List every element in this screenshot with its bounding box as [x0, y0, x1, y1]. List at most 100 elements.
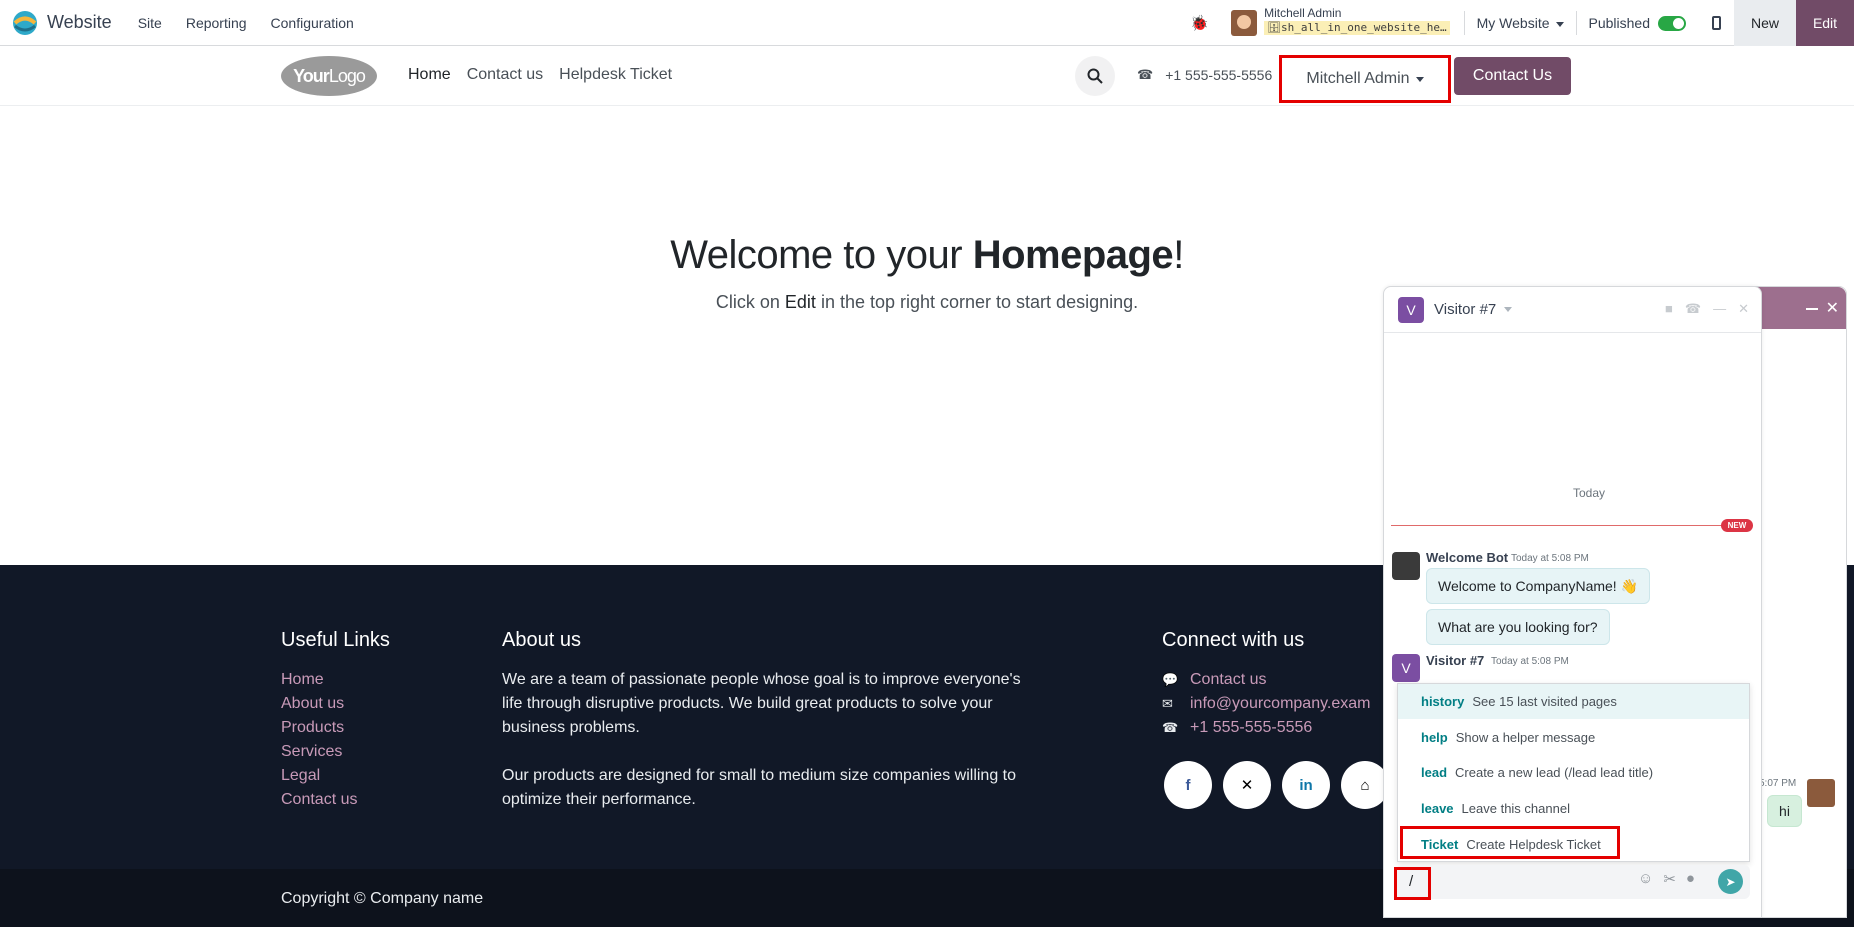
- paper-plane-icon: ➤: [1725, 874, 1736, 889]
- x-twitter-icon[interactable]: ✕: [1223, 761, 1271, 809]
- highlight-box: [1400, 826, 1620, 859]
- footer-contact-link[interactable]: 💬 Contact us: [1162, 668, 1370, 692]
- footer-link-services[interactable]: Services: [281, 740, 390, 764]
- website-app-icon: [13, 10, 37, 35]
- database-badge: 🗄sh_all_in_one_website_he…: [1264, 21, 1450, 35]
- admin-menu: Site Reporting Configuration: [126, 15, 366, 31]
- message-bubble: hi: [1767, 795, 1802, 827]
- copyright-text: Copyright © Company name: [281, 890, 484, 907]
- menu-configuration[interactable]: Configuration: [259, 15, 366, 31]
- facebook-icon[interactable]: f: [1164, 761, 1212, 809]
- nav-home[interactable]: Home: [408, 66, 451, 84]
- website-switcher-label: My Website: [1476, 15, 1550, 31]
- hero-subtitle-prefix: Click on: [715, 292, 785, 312]
- user-dropdown-label: Mitchell Admin: [1306, 70, 1410, 87]
- admin-right-area: 🐞 Mitchell Admin 🗄sh_all_in_one_website_…: [1190, 0, 1854, 46]
- minimize-icon[interactable]: [1806, 308, 1818, 310]
- hero-title: Welcome to your Homepage!: [0, 233, 1854, 278]
- publish-toggle[interactable]: Published: [1577, 15, 1699, 31]
- close-icon[interactable]: ✕: [1826, 298, 1839, 318]
- contact-us-button[interactable]: Contact Us: [1454, 57, 1571, 95]
- video-call-icon[interactable]: ■: [1665, 301, 1673, 317]
- phone-call-icon[interactable]: ☎: [1685, 301, 1701, 317]
- close-icon[interactable]: ✕: [1738, 301, 1749, 317]
- footer-link-about[interactable]: About us: [281, 692, 390, 716]
- website-switcher[interactable]: My Website: [1465, 15, 1576, 31]
- edit-button[interactable]: Edit: [1796, 0, 1854, 46]
- debug-bug-icon[interactable]: 🐞: [1190, 14, 1209, 32]
- site-header: Your Logo Home Contact us Helpdesk Ticket…: [0, 46, 1854, 106]
- mobile-preview-icon[interactable]: [1698, 0, 1734, 46]
- footer-phone-text: +1 555-555-5556: [1190, 719, 1313, 736]
- published-label: Published: [1588, 15, 1651, 31]
- command-description: See 15 last visited pages: [1472, 694, 1617, 709]
- hero-title-prefix: Welcome to your: [670, 233, 973, 277]
- footer-link-legal[interactable]: Legal: [281, 764, 390, 788]
- comment-icon: 💬: [1162, 672, 1179, 687]
- chat-title[interactable]: Visitor #7: [1434, 301, 1496, 318]
- bot-avatar: [1392, 552, 1420, 580]
- footer-email[interactable]: ✉ info@yourcompany.exam: [1162, 692, 1370, 716]
- paperclip-icon[interactable]: ✂: [1663, 870, 1676, 888]
- search-button[interactable]: [1075, 56, 1115, 96]
- chat-controls: ■ ☎ — ✕: [1653, 301, 1749, 317]
- footer-link-home[interactable]: Home: [281, 668, 390, 692]
- composer-actions: ☺ ✂ ●: [1638, 870, 1705, 888]
- message-bubble: What are you looking for?: [1426, 609, 1610, 645]
- message-time: Today at 5:08 PM: [1511, 553, 1589, 564]
- command-description: Show a helper message: [1455, 730, 1596, 745]
- social-links: f ✕ in ⌂: [1164, 761, 1400, 809]
- footer-phone[interactable]: ☎ +1 555-555-5556: [1162, 716, 1370, 740]
- command-item-history[interactable]: history See 15 last visited pages: [1398, 684, 1749, 719]
- date-separator: Today: [1573, 486, 1606, 500]
- message-time: 5:07 PM: [1759, 778, 1797, 789]
- command-name: history: [1421, 694, 1465, 709]
- command-item-lead[interactable]: lead Create a new lead (/lead lead title): [1398, 755, 1749, 790]
- user-name: Mitchell Admin: [1264, 5, 1342, 20]
- toggle-switch[interactable]: [1658, 15, 1686, 31]
- useful-links-title: Useful Links: [281, 629, 390, 651]
- about-column: About us We are a team of passionate peo…: [502, 629, 1022, 812]
- menu-reporting[interactable]: Reporting: [174, 15, 259, 31]
- hero-subtitle-suffix: in the top right corner to start designi…: [815, 292, 1139, 312]
- phone-icon: ☎: [1162, 720, 1179, 735]
- logo-text-bold: Your: [293, 65, 330, 86]
- chevron-down-icon: [1415, 76, 1424, 82]
- connect-title: Connect with us: [1162, 629, 1305, 651]
- site-logo[interactable]: Your Logo: [281, 56, 377, 96]
- new-button[interactable]: New: [1734, 0, 1796, 46]
- useful-links-column: Useful Links Home About us Products Serv…: [281, 629, 390, 812]
- visitor-avatar: V: [1392, 654, 1420, 682]
- command-item-leave[interactable]: leave Leave this channel: [1398, 791, 1749, 826]
- highlight-box: [1394, 867, 1431, 900]
- home-icon[interactable]: ⌂: [1341, 761, 1389, 809]
- footer-email-text: info@yourcompany.exam: [1190, 695, 1371, 712]
- menu-site[interactable]: Site: [126, 15, 174, 31]
- command-name: lead: [1421, 765, 1448, 780]
- microphone-icon[interactable]: ●: [1686, 870, 1695, 888]
- chat-header[interactable]: V Visitor #7 ■ ☎ — ✕: [1384, 287, 1761, 333]
- chevron-down-icon[interactable]: [1504, 307, 1513, 312]
- app-brand[interactable]: Website: [12, 10, 112, 36]
- author-avatar: [1807, 779, 1835, 807]
- send-button[interactable]: ➤: [1718, 869, 1743, 894]
- user-menu[interactable]: Mitchell Admin 🗄sh_all_in_one_website_he…: [1231, 5, 1450, 40]
- header-phone[interactable]: ☎ +1 555-555-5556: [1137, 67, 1272, 83]
- nav-helpdesk-ticket[interactable]: Helpdesk Ticket: [559, 66, 672, 84]
- phone-icon: ☎: [1137, 67, 1154, 82]
- new-messages-line: [1391, 525, 1753, 526]
- app-name: Website: [47, 12, 112, 32]
- phone-number: +1 555-555-5556: [1165, 67, 1273, 83]
- emoji-icon[interactable]: ☺: [1638, 870, 1653, 888]
- user-avatar: [1231, 10, 1258, 36]
- nav-contact-us[interactable]: Contact us: [467, 66, 543, 84]
- about-paragraph-1: We are a team of passionate people whose…: [502, 671, 1021, 736]
- footer-contact-text: Contact us: [1190, 671, 1267, 688]
- linkedin-icon[interactable]: in: [1282, 761, 1330, 809]
- command-item-help[interactable]: help Show a helper message: [1398, 720, 1749, 755]
- minimize-icon[interactable]: —: [1713, 301, 1726, 317]
- footer-link-contact[interactable]: Contact us: [281, 788, 390, 812]
- user-dropdown[interactable]: Mitchell Admin: [1279, 55, 1451, 103]
- footer-link-products[interactable]: Products: [281, 716, 390, 740]
- new-badge: NEW: [1721, 519, 1753, 532]
